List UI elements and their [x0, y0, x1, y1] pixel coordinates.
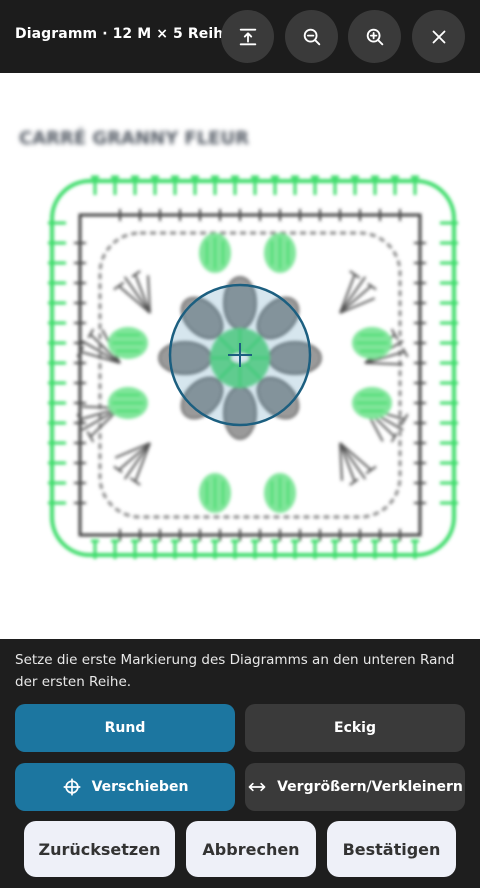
- zoom-in-icon: [366, 28, 383, 45]
- top-bar: Diagramm · 12 M × 5 Reihen: [0, 0, 480, 73]
- instruction-text: Setze die erste Markierung des Diagramms…: [15, 652, 455, 690]
- resize-label: Vergrößern/Verkleinern: [277, 779, 463, 795]
- zoom-in-button[interactable]: [348, 10, 401, 63]
- fit-height-button[interactable]: [221, 10, 274, 63]
- move-icon: [63, 778, 80, 796]
- zoom-out-button[interactable]: [285, 10, 338, 63]
- resize-arrows-icon: [248, 782, 266, 792]
- reset-label: Zurücksetzen: [38, 839, 161, 859]
- confirm-label: Bestätigen: [342, 839, 441, 859]
- shape-round-label: Rund: [104, 720, 146, 736]
- reset-button[interactable]: Zurücksetzen: [24, 821, 175, 877]
- move-label: Verschieben: [91, 779, 189, 795]
- chart-canvas[interactable]: CARRÉ GRANNY FLEUR: [0, 73, 480, 639]
- close-button[interactable]: [412, 10, 465, 63]
- page-title: Diagramm · 12 M × 5 Reihen: [15, 26, 243, 42]
- zoom-out-icon: [303, 28, 320, 45]
- control-panel: Setze die erste Markierung des Diagramms…: [0, 639, 480, 888]
- shape-square-label: Eckig: [334, 720, 376, 736]
- shape-round-button[interactable]: Rund: [15, 704, 235, 752]
- resize-button[interactable]: Vergrößern/Verkleinern: [245, 763, 465, 811]
- round-marker[interactable]: [168, 283, 312, 427]
- fit-height-icon: [239, 28, 256, 45]
- confirm-button[interactable]: Bestätigen: [327, 821, 456, 877]
- move-button[interactable]: Verschieben: [15, 763, 235, 811]
- crochet-diagram: [48, 175, 458, 561]
- cancel-label: Abbrechen: [202, 839, 300, 859]
- cancel-button[interactable]: Abbrechen: [186, 821, 316, 877]
- close-icon: [432, 30, 445, 43]
- shape-square-button[interactable]: Eckig: [245, 704, 465, 752]
